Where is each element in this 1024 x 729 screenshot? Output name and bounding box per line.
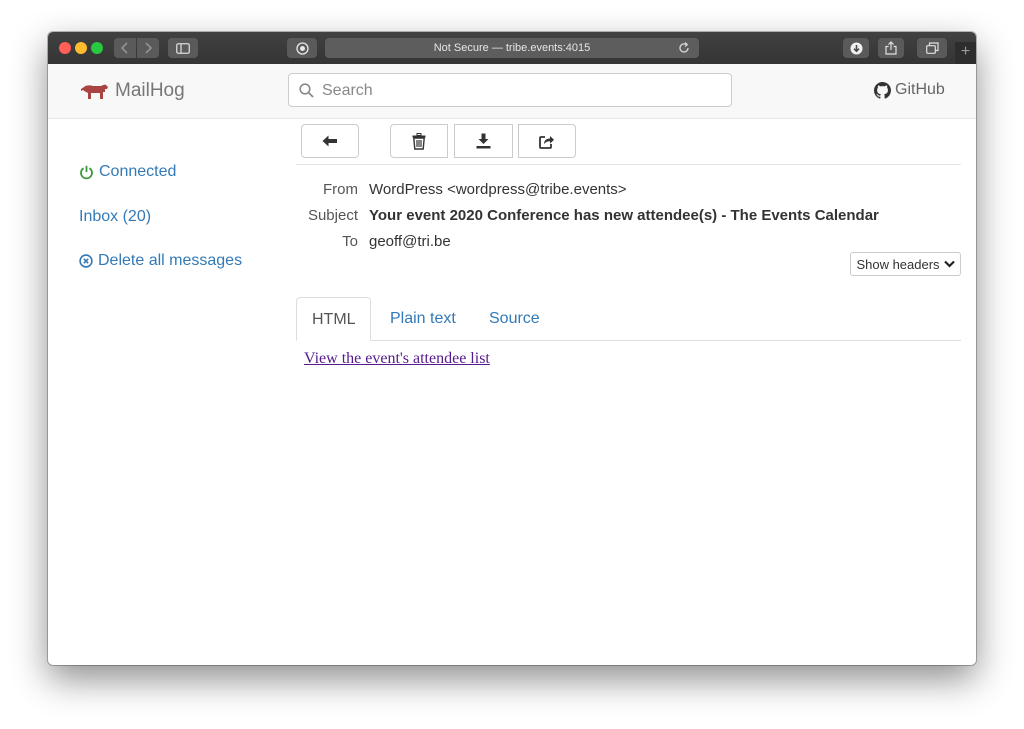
toolbar-divider [296,164,961,165]
maximize-window-button[interactable] [91,42,103,54]
release-message-button[interactable] [518,124,576,158]
back-arrow-icon [322,135,337,147]
browser-window: Not Secure — tribe.events:4015 + MailHog [48,32,976,665]
privacy-report-button[interactable] [287,38,317,58]
search-box[interactable] [288,73,732,108]
search-input[interactable] [320,74,724,108]
share-button[interactable] [878,38,904,58]
show-headers-button[interactable]: Show headers [850,252,961,276]
inbox-label: Inbox (20) [79,208,152,225]
from-value: WordPress <wordpress@tribe.events> [369,181,627,198]
app-title: MailHog [115,80,185,101]
tab-html[interactable]: HTML [296,297,371,341]
minimize-window-button[interactable] [75,42,87,54]
downloads-button[interactable] [843,38,869,58]
delete-all-label: Delete all messages [98,252,243,269]
subject-value: Your event 2020 Conference has new atten… [369,207,879,224]
sidebar-icon [176,42,190,54]
pig-logo-icon [81,84,108,99]
address-text: Not Secure — tribe.events:4015 [433,42,591,54]
trash-icon [412,132,426,150]
github-link[interactable]: GitHub [874,81,945,99]
release-icon [539,135,554,149]
tabs-icon [925,42,939,54]
chevron-left-icon [121,42,128,54]
delete-message-button[interactable] [390,124,448,158]
close-window-button[interactable] [59,42,71,54]
to-label: To [342,233,358,250]
brand[interactable]: MailHog [81,80,185,102]
tab-source[interactable]: Source [474,297,555,341]
connected-label: Connected [99,163,177,180]
address-bar[interactable]: Not Secure — tribe.events:4015 [325,38,699,58]
browser-toolbar: Not Secure — tribe.events:4015 + [48,32,976,64]
browser-back-button[interactable] [114,38,136,58]
download-message-button[interactable] [454,124,513,158]
reload-icon[interactable] [677,41,691,55]
subject-label: Subject [307,207,358,224]
connection-status: Connected [79,163,176,181]
download-icon [476,133,491,149]
to-value: geoff@tri.be [369,233,451,250]
attendee-list-link[interactable]: View the event's attendee list [304,350,490,368]
github-icon [874,81,891,99]
browser-forward-button[interactable] [137,38,159,58]
show-headers-label: Show headers [856,256,940,272]
sidebar-item-inbox[interactable]: Inbox (20) [79,208,151,226]
back-button[interactable] [301,124,359,158]
shield-icon [295,41,309,55]
from-label: From [323,181,358,198]
search-icon [299,83,314,98]
delete-all-messages-link[interactable]: Delete all messages [79,252,242,270]
sidebar-toggle-button[interactable] [168,38,198,58]
new-tab-button[interactable]: + [955,42,976,64]
share-icon [885,41,897,55]
chevron-right-icon [145,42,152,54]
chevron-down-icon [943,260,955,268]
download-circle-icon [850,42,862,54]
tab-overview-button[interactable] [917,38,947,58]
power-icon [80,165,93,179]
circle-x-icon [79,254,93,268]
github-label: GitHub [895,81,945,98]
app-navbar: MailHog GitHub [48,64,976,119]
tab-plain-text[interactable]: Plain text [375,297,471,341]
